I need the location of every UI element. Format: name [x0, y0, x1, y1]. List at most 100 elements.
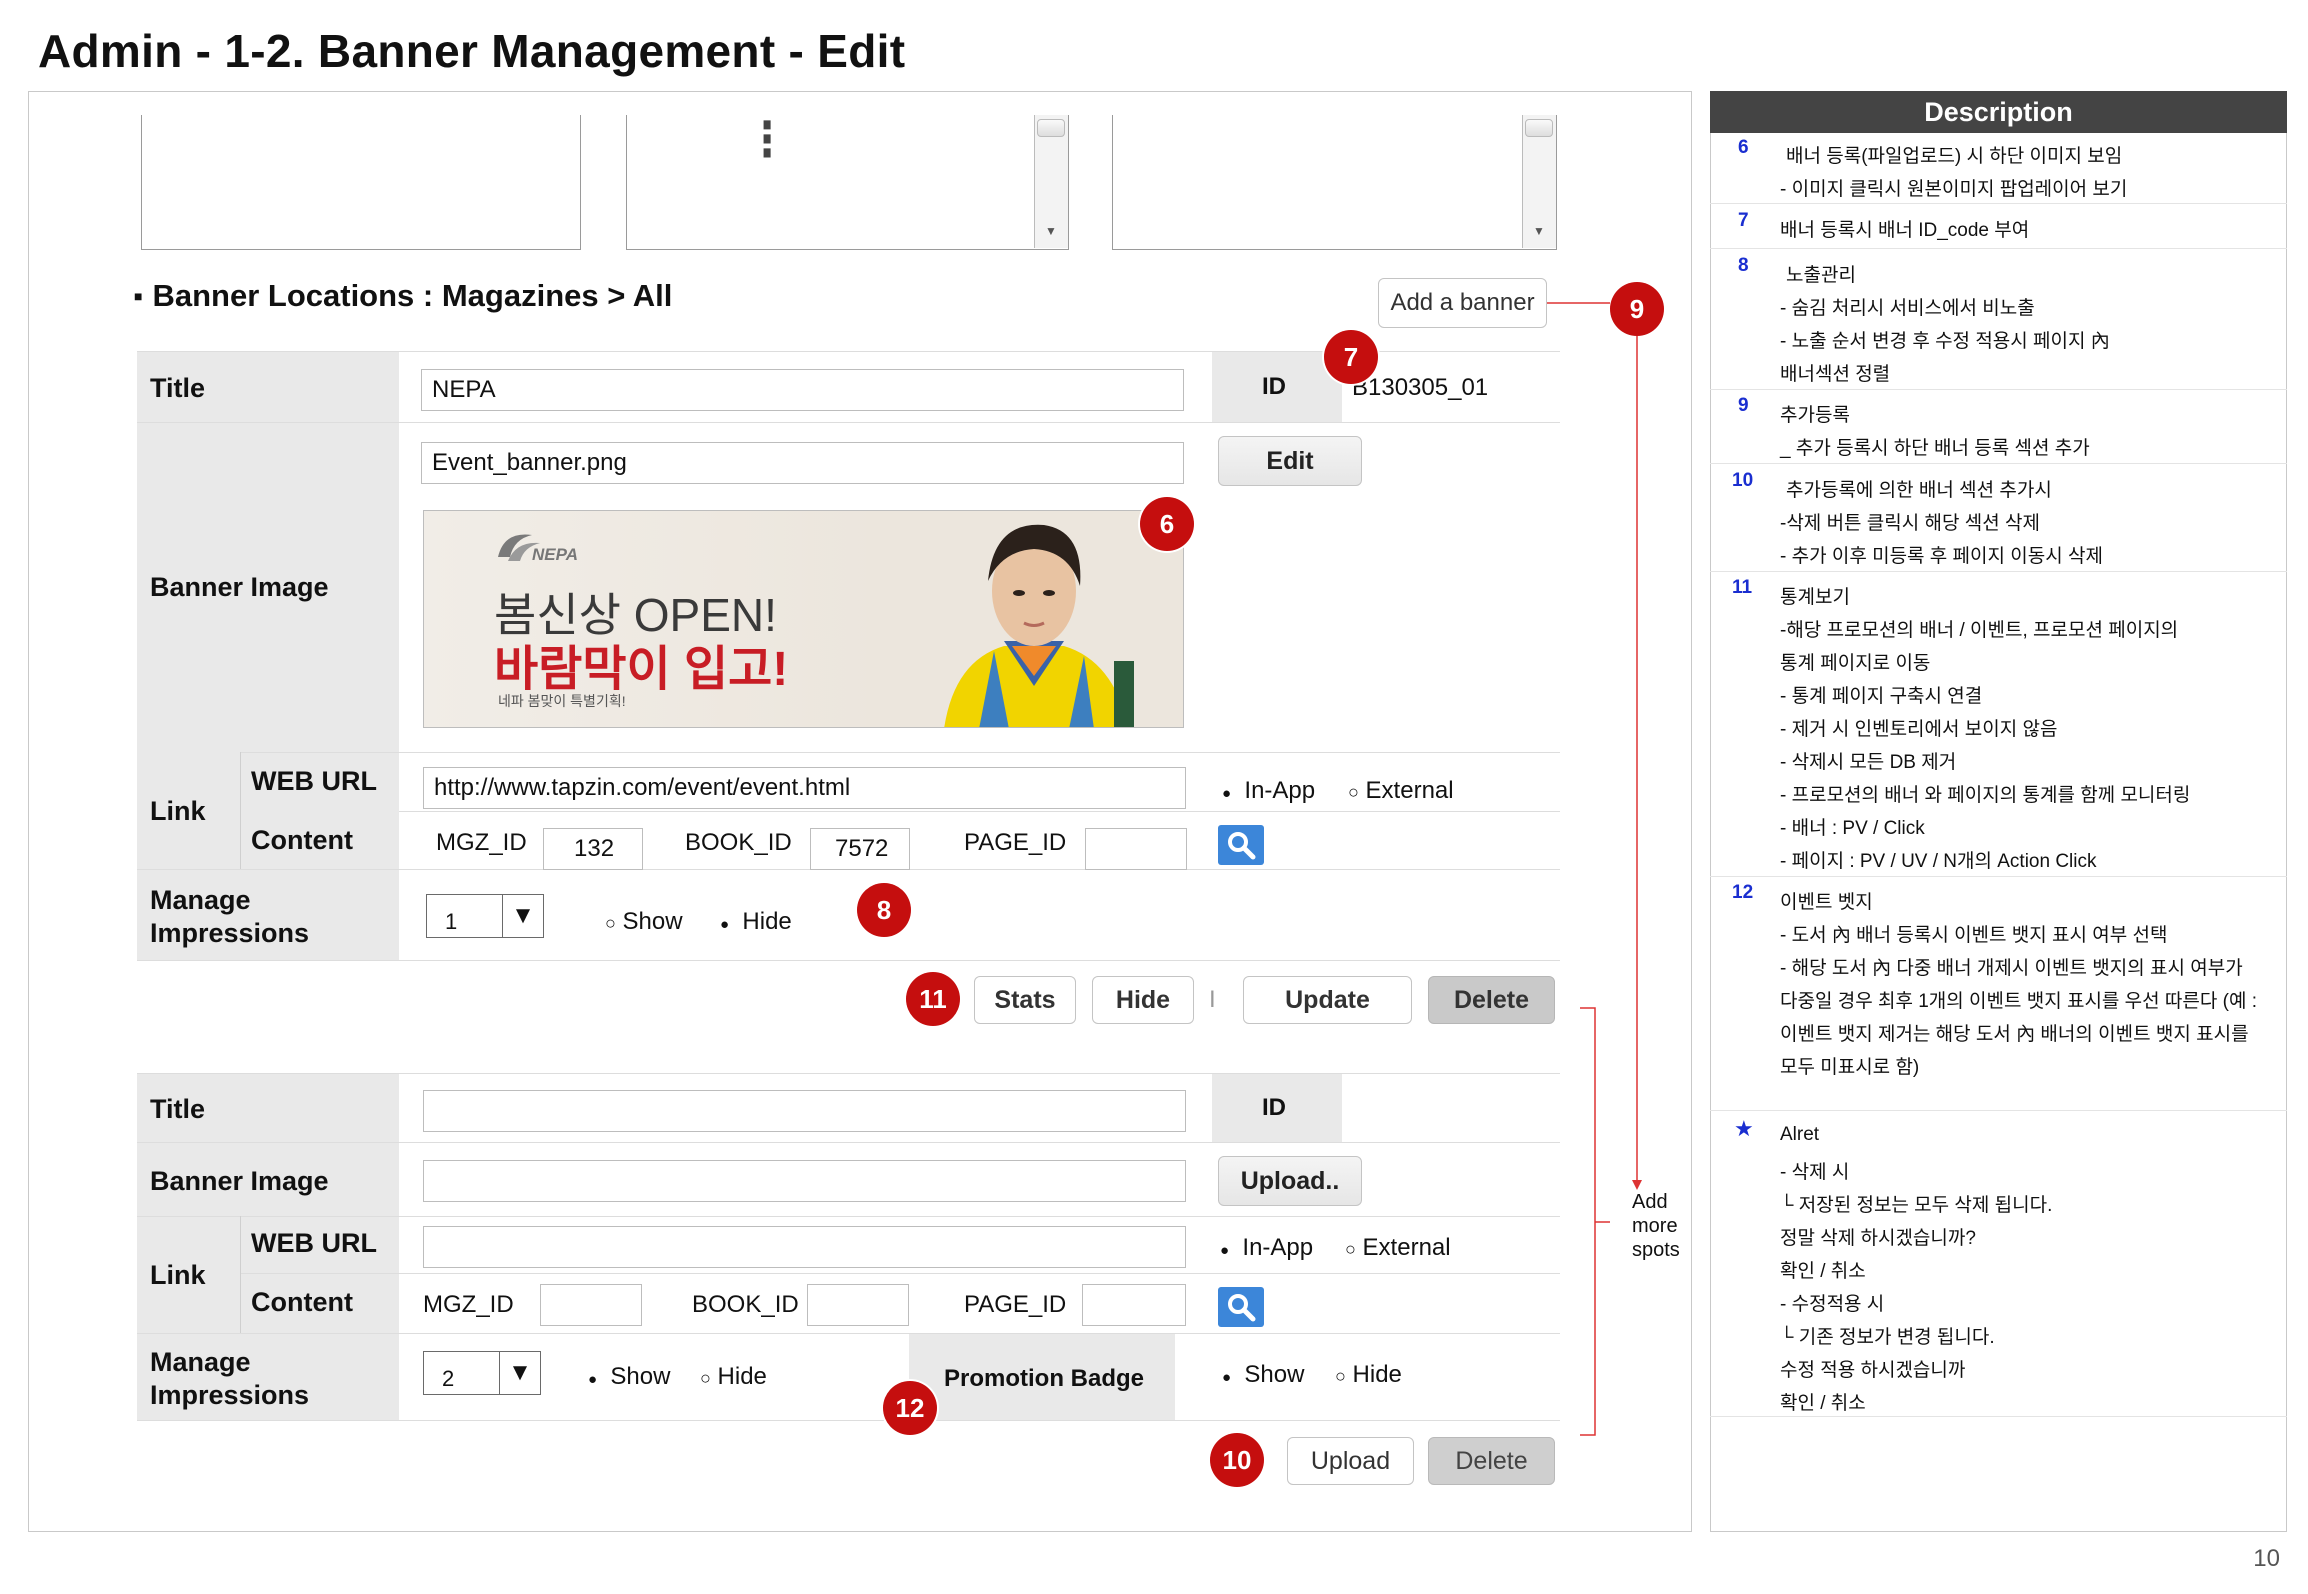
desc-line: 수정 적용 하시겠습니까 — [1780, 1360, 1966, 1381]
badge-show-radio[interactable]: ● Show — [1222, 1361, 1304, 1389]
badge-hide-radio[interactable]: ○ Hide — [1335, 1361, 1402, 1389]
banner1-image-line2: 바람막이 입고! — [494, 643, 789, 696]
upload-button[interactable]: Upload — [1287, 1437, 1414, 1485]
banner2-hide-radio[interactable]: ○ Hide — [700, 1363, 767, 1391]
banner1-page-id-input[interactable] — [1085, 828, 1187, 870]
banner1-web-url-label: WEB URL — [251, 766, 377, 796]
banner2-in-app-radio[interactable]: ● In-App — [1220, 1234, 1313, 1262]
desc-line: - 도서 內 배너 등록시 이벤트 뱃지 표시 여부 선택 — [1780, 925, 2168, 946]
banner1-hide-radio[interactable]: ● Hide — [720, 908, 792, 936]
dropdown-arrow-icon: ▼ — [502, 895, 543, 937]
desc-line: └ 기존 정보가 변경 됩니다. — [1780, 1327, 1995, 1348]
desc-line: - 노출 순서 변경 후 수정 적용시 페이지 內 — [1780, 331, 2110, 352]
banner2-upload-file-button[interactable]: Upload.. — [1218, 1156, 1362, 1206]
desc-line: - 삭제시 모든 DB 제거 — [1780, 752, 1957, 773]
banner2-title-label: Title — [150, 1094, 206, 1124]
banner2-book-id-label: BOOK_ID — [692, 1291, 799, 1318]
marker-11: 11 — [906, 972, 960, 1026]
description-header: Description — [1710, 91, 2287, 133]
desc-line: 통계보기 — [1780, 587, 1850, 608]
banner1-delete-button[interactable]: Delete — [1428, 976, 1555, 1024]
page-number: 10 — [2253, 1545, 2280, 1572]
desc-line: 추가등록 — [1780, 405, 1850, 426]
banner2-external-radio[interactable]: ○ External — [1345, 1234, 1451, 1262]
desc-num: 10 — [1732, 470, 1754, 491]
banner1-image-label: Banner Image — [150, 572, 329, 602]
search-icon — [1228, 1294, 1256, 1322]
banner2-show-radio[interactable]: ● Show — [588, 1363, 670, 1391]
desc-line: - 해당 도서 內 다중 배너 개제시 이벤트 뱃지의 표시 여부가 — [1780, 958, 2243, 979]
banner1-link-label: Link — [150, 796, 206, 826]
banner2-mgz-id-label: MGZ_ID — [423, 1291, 514, 1318]
banner1-search-button[interactable] — [1218, 825, 1264, 865]
model-illustration — [884, 511, 1183, 727]
banner1-order-value: 1 — [445, 909, 458, 934]
desc-line: - 추가 이후 미등록 후 페이지 이동시 삭제 — [1780, 546, 2103, 567]
desc-line: -해당 프로모션의 배너 / 이벤트, 프로모션 페이지의 — [1780, 620, 2179, 641]
banner1-hide-button[interactable]: Hide — [1092, 976, 1194, 1024]
desc-line: - 통계 페이지 구축시 연결 — [1780, 686, 1983, 707]
banner1-show-radio[interactable]: ○ Show — [605, 908, 683, 936]
banner2-mgz-id-input[interactable] — [540, 1284, 642, 1326]
banner1-book-id-label: BOOK_ID — [685, 829, 792, 856]
desc-num: 11 — [1732, 577, 1753, 598]
banner2-title-input[interactable] — [423, 1090, 1186, 1132]
banner2-delete-button[interactable]: Delete — [1428, 1437, 1555, 1485]
desc-line: -삭제 버튼 클릭시 해당 섹션 삭제 — [1780, 513, 2040, 534]
desc-line: 배너 등록(파일업로드) 시 하단 이미지 보임 — [1786, 146, 2123, 167]
desc-line: - 삭제 시 — [1780, 1162, 1850, 1183]
banner1-web-url-input[interactable]: http://www.tapzin.com/event/event.html — [423, 767, 1186, 809]
banner1-content-label: Content — [251, 825, 353, 855]
banner2-page-id-input[interactable] — [1082, 1284, 1186, 1326]
banner1-page-id-label: PAGE_ID — [964, 829, 1067, 856]
banner1-book-id-input[interactable]: 7572 — [810, 828, 910, 870]
banner2-manage-label: Manage Impressions — [150, 1347, 310, 1410]
banner1-image-preview[interactable]: NEPA 봄신상 OPEN! 바람막이 입고! 네파 봄맞이 특별기획! — [423, 510, 1184, 728]
banner2-web-url-input[interactable] — [423, 1226, 1186, 1268]
desc-line: 통계 페이지로 이동 — [1780, 653, 1931, 674]
desc-line: - 수정적용 시 — [1780, 1294, 1885, 1315]
banner2-image-file-input[interactable] — [423, 1160, 1186, 1202]
banner1-id-value: B130305_01 — [1352, 374, 1489, 401]
banner1-id-label: ID — [1262, 373, 1286, 400]
banner1-image-brand: NEPA — [532, 545, 578, 564]
marker-8: 8 — [857, 883, 911, 937]
banner1-external-radio[interactable]: ○ External — [1348, 777, 1454, 805]
desc-line: - 배너 : PV / Click — [1780, 818, 1925, 839]
banner1-title-label: Title — [150, 373, 206, 403]
banner2-web-url-label: WEB URL — [251, 1228, 377, 1258]
desc-line: 이벤트 뱃지 제거는 해당 도서 內 배너의 이벤트 뱃지 표시를 — [1780, 1024, 2249, 1045]
banner1-edit-button[interactable]: Edit — [1218, 436, 1362, 486]
desc-line: 이벤트 벳지 — [1780, 892, 1873, 913]
add-more-spots-note: Add more spots — [1632, 1191, 1680, 1261]
stats-button[interactable]: Stats — [974, 976, 1076, 1024]
desc-num: 6 — [1738, 137, 1749, 158]
banner2-id-label: ID — [1262, 1094, 1286, 1121]
marker-10: 10 — [1210, 1433, 1264, 1487]
search-icon — [1228, 832, 1256, 860]
banner2-link-label: Link — [150, 1260, 206, 1290]
banner2-order-value: 2 — [442, 1366, 455, 1391]
banner1-mgz-id-input[interactable]: 132 — [543, 828, 643, 870]
desc-line: _ 추가 등록시 하단 배너 등록 섹션 추가 — [1780, 438, 2090, 459]
marker-12: 12 — [883, 1381, 937, 1435]
banner1-image-file-input[interactable]: Event_banner.png — [421, 442, 1184, 484]
desc-line: 확인 / 취소 — [1780, 1261, 1866, 1282]
desc-line: - 페이지 : PV / UV / N개의 Action Click — [1780, 851, 2097, 872]
desc-num: 7 — [1738, 210, 1749, 231]
desc-num: 9 — [1738, 395, 1749, 416]
update-button[interactable]: Update — [1243, 976, 1412, 1024]
banner2-book-id-input[interactable] — [807, 1284, 909, 1326]
desc-num: 12 — [1732, 882, 1754, 903]
banner2-search-button[interactable] — [1218, 1287, 1264, 1327]
banner2-order-select[interactable]: 2 ▼ — [423, 1351, 541, 1395]
desc-line: 노출관리 — [1786, 265, 1856, 286]
banner1-in-app-radio[interactable]: ● In-App — [1222, 777, 1315, 805]
dropdown-arrow-icon: ▼ — [499, 1352, 540, 1394]
banner1-order-select[interactable]: 1 ▼ — [426, 894, 544, 938]
desc-num: 8 — [1738, 255, 1749, 276]
banner1-title-input[interactable]: NEPA — [421, 369, 1184, 411]
banner1-mgz-id-label: MGZ_ID — [436, 829, 527, 856]
banner2-page-id-label: PAGE_ID — [964, 1291, 1067, 1318]
desc-line: 확인 / 취소 — [1780, 1393, 1866, 1414]
